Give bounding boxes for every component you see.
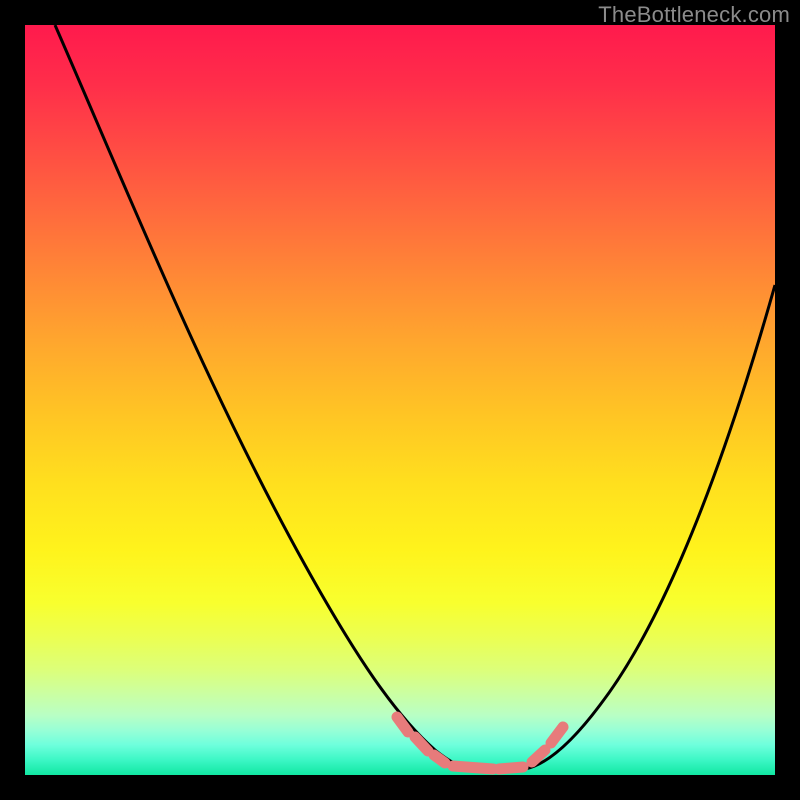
curve-overlay (25, 25, 775, 775)
chart-frame: TheBottleneck.com (0, 0, 800, 800)
left-curve (55, 25, 470, 769)
highlight-dashes (397, 717, 563, 769)
plot-area (25, 25, 775, 775)
watermark-text: TheBottleneck.com (598, 2, 790, 28)
right-curve (525, 285, 775, 769)
